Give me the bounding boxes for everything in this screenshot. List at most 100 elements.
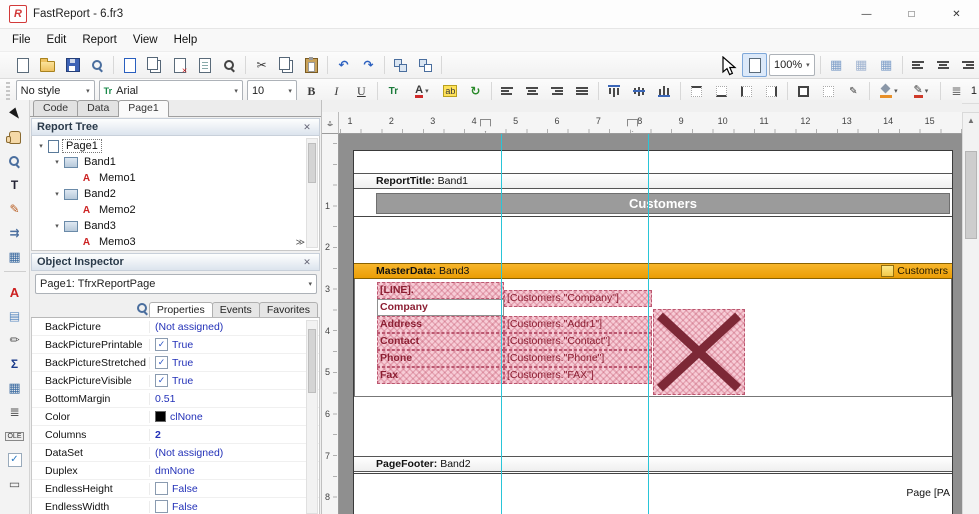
field-label-memo[interactable]: Company [377,299,504,316]
zoom-tool[interactable] [2,149,28,173]
picture-object[interactable] [653,309,745,395]
menu-item[interactable]: File [4,32,39,48]
vertical-ruler[interactable]: 1 2 3 4 5 6 7 8 [322,134,339,514]
align-to-grid-button[interactable]: ▦ [849,53,874,77]
new-report-page-button[interactable] [117,53,142,77]
scrollbar-thumb[interactable] [308,143,316,183]
page-tab[interactable]: Page1 [118,100,169,117]
preview-button[interactable] [85,53,110,77]
field-label-memo[interactable]: [LINE]. [377,282,504,299]
BottomMargin[interactable]: BottomMargin 0.51 [32,390,319,408]
expander-icon[interactable]: ▾ [52,190,62,198]
inspector-tab[interactable]: Properties [148,302,213,317]
band-reporttitle[interactable]: ReportTitle: Band1 [354,173,952,189]
ole-object-button[interactable]: OLE [2,424,28,448]
show-grid-button[interactable]: ▦ [824,53,849,77]
font-size-select[interactable]: 10 ▾ [246,80,297,102]
field-label-memo[interactable]: Phone [377,350,504,367]
line-width-value[interactable]: 1 [971,85,977,97]
object-selector[interactable]: Page1: TfrxReportPage ▾ [35,274,317,294]
paste-button[interactable] [299,53,324,77]
new-report-button[interactable] [10,53,35,77]
menu-item[interactable]: Help [166,32,206,48]
zoom-page-button[interactable] [742,53,767,77]
ungroup-button[interactable] [413,53,438,77]
align-centers-button[interactable] [931,53,956,77]
inspector-tab[interactable]: Events [211,302,260,317]
Duplex[interactable]: Duplex dmNone [32,462,319,480]
DataSet[interactable]: DataSet (Not assigned) [32,444,319,462]
tree-node[interactable]: A Memo2 [32,202,319,218]
page-number-memo[interactable]: Page [PA [820,487,950,499]
field-value-memo[interactable]: [Customers."Addr1"] [504,316,652,333]
tree-node[interactable]: ▾ Band2 [32,186,319,202]
group-button[interactable] [388,53,413,77]
fit-to-grid-button[interactable]: ▦ [874,53,899,77]
font-select[interactable]: Tr Arial ▾ [98,80,243,102]
menu-item[interactable]: Report [74,32,125,48]
shape-object-button[interactable]: ✏ [2,328,28,352]
richtext-object-button[interactable]: ≣ [2,400,28,424]
field-label-memo[interactable]: Contact [377,333,504,350]
maximize-button[interactable]: □ [889,0,934,28]
search-icon[interactable] [136,302,149,315]
scrollbar-thumb[interactable] [965,151,977,239]
menu-item[interactable]: View [125,32,166,48]
align-left-edges-button[interactable] [906,53,931,77]
BackPicturePrintable[interactable]: BackPicturePrintable ✓ True [32,336,319,354]
zoom-select[interactable]: 100% ▾ [769,54,815,76]
system-text-object-button[interactable]: Σ [2,352,28,376]
EndlessWidth[interactable]: EndlessWidth False [32,498,319,514]
select-tool[interactable] [2,101,28,125]
page-grid-tool[interactable]: ▦ [2,245,28,269]
vertical-scrollbar[interactable]: ▲ [962,112,979,514]
toolbar-grip[interactable] [6,82,10,100]
expander-icon[interactable]: ▾ [52,222,62,230]
design-surface[interactable]: ReportTitle: Band1 Customers MasterData:… [339,134,962,514]
text-object-button[interactable]: A [2,280,28,304]
report-page[interactable]: ReportTitle: Band1 Customers MasterData:… [353,150,953,514]
minimize-button[interactable]: — [844,0,889,28]
scroll-up-icon[interactable]: ▲ [963,113,979,129]
style-select[interactable]: No style ▾ [15,80,95,102]
inspector-scrollbar[interactable] [306,320,318,514]
expander-icon[interactable]: ▾ [36,142,46,150]
field-value-memo[interactable]: [Customers."FAX"] [504,367,652,384]
find-button[interactable] [217,53,242,77]
tree-node[interactable]: ▾ Page1 [32,138,319,154]
memo-report-title[interactable]: Customers [376,193,950,214]
BackPictureStretched[interactable]: BackPictureStretched ✓ True [32,354,319,372]
field-value-memo[interactable]: [Customers."Contact"] [504,333,652,350]
Color[interactable]: Color clNone [32,408,319,426]
tree-scrollbar[interactable] [306,138,318,248]
expander-icon[interactable]: ▾ [52,158,62,166]
column-guide[interactable] [501,134,502,514]
picture-object-button[interactable]: ▤ [2,304,28,328]
guide-marker[interactable] [627,119,638,132]
band-move-tool[interactable]: ⇉ [2,221,28,245]
open-report-button[interactable] [35,53,60,77]
EndlessHeight[interactable]: EndlessHeight False [32,480,319,498]
line-object-button[interactable]: ▭ [2,472,28,496]
align-right-edges-button[interactable] [956,53,979,77]
field-value-memo[interactable]: [Customers."Company"] [504,290,652,307]
cut-button[interactable]: ✂ [249,53,274,77]
tree-node[interactable]: ▾ Band3 [32,218,319,234]
tree-node[interactable]: A Memo3 [32,234,319,250]
page-tab[interactable]: Code [33,100,79,116]
field-value-memo[interactable]: [Customers."Phone"] [504,350,652,367]
BackPictureVisible[interactable]: BackPictureVisible ✓ True [32,372,319,390]
table-object-button[interactable]: ▦ [2,376,28,400]
band-pagefooter[interactable]: PageFooter: Band2 [354,456,952,472]
hand-tool[interactable] [2,125,28,149]
dataset-label[interactable]: Customers [881,264,948,279]
page-tab[interactable]: Data [77,100,120,116]
new-dialog-page-button[interactable] [142,53,167,77]
horizontal-ruler[interactable]: 1 2 3 4 5 6 7 8 9 10 11 12 13 14 15 [339,112,962,134]
band-masterdata[interactable]: MasterData: Band3 Customers [354,263,952,279]
tree-node[interactable]: A Memo1 [32,170,319,186]
guide-marker[interactable] [480,119,491,132]
save-report-button[interactable] [60,53,85,77]
delete-page-button[interactable] [167,53,192,77]
field-label-memo[interactable]: Fax [377,367,504,384]
